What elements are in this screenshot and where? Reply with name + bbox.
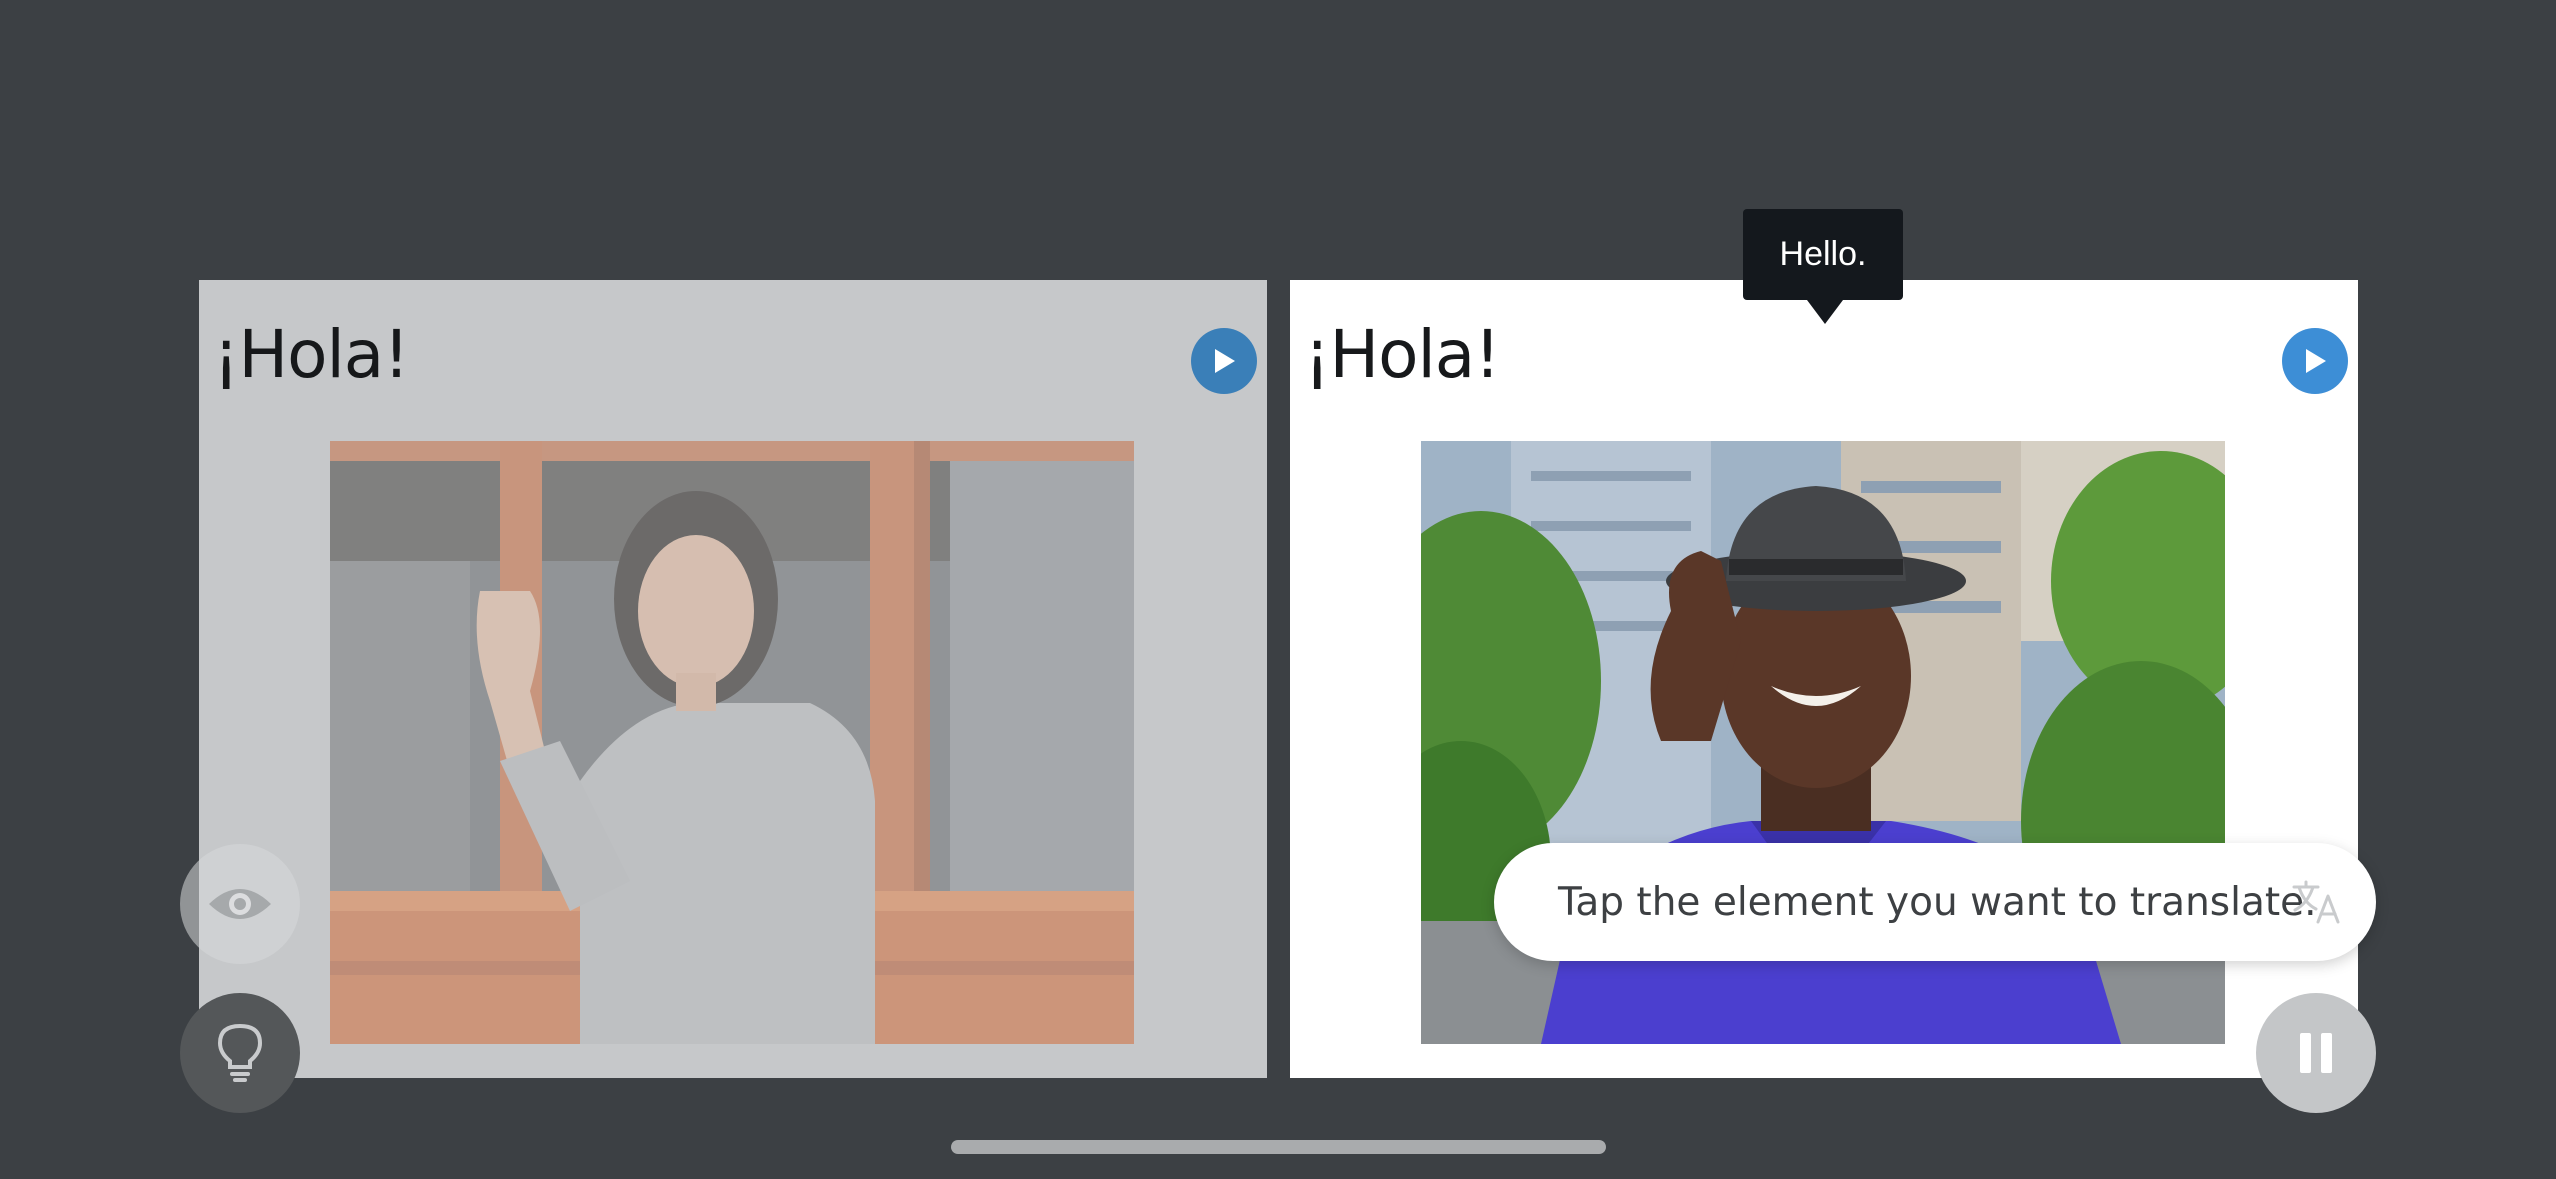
translation-tooltip: Hello. [1743,209,1903,324]
play-audio-button[interactable] [1191,328,1257,394]
card-title[interactable]: ¡Hola! [1304,322,1501,388]
translate-hint-banner: Tap the element you want to translate. [1494,843,2376,961]
pause-icon [2300,1033,2332,1073]
tooltip-text: Hello. [1779,235,1867,273]
card-title: ¡Hola! [213,316,410,393]
translate-hint-text: Tap the element you want to translate. [1558,879,2317,925]
lightbulb-icon [218,1023,262,1082]
photo-woman-waving[interactable] [330,441,1134,1044]
play-audio-button[interactable] [2282,328,2348,394]
home-indicator[interactable] [951,1140,1606,1154]
pause-button[interactable] [2256,993,2376,1113]
play-icon [1215,349,1235,373]
translate-icon[interactable] [2290,879,2340,925]
show-text-button[interactable] [180,844,300,964]
eye-icon [209,889,271,919]
hint-button[interactable] [180,993,300,1113]
play-icon [2306,349,2326,373]
card-left[interactable]: ¡Hola! [199,280,1267,1078]
photo-image [330,441,1134,1044]
